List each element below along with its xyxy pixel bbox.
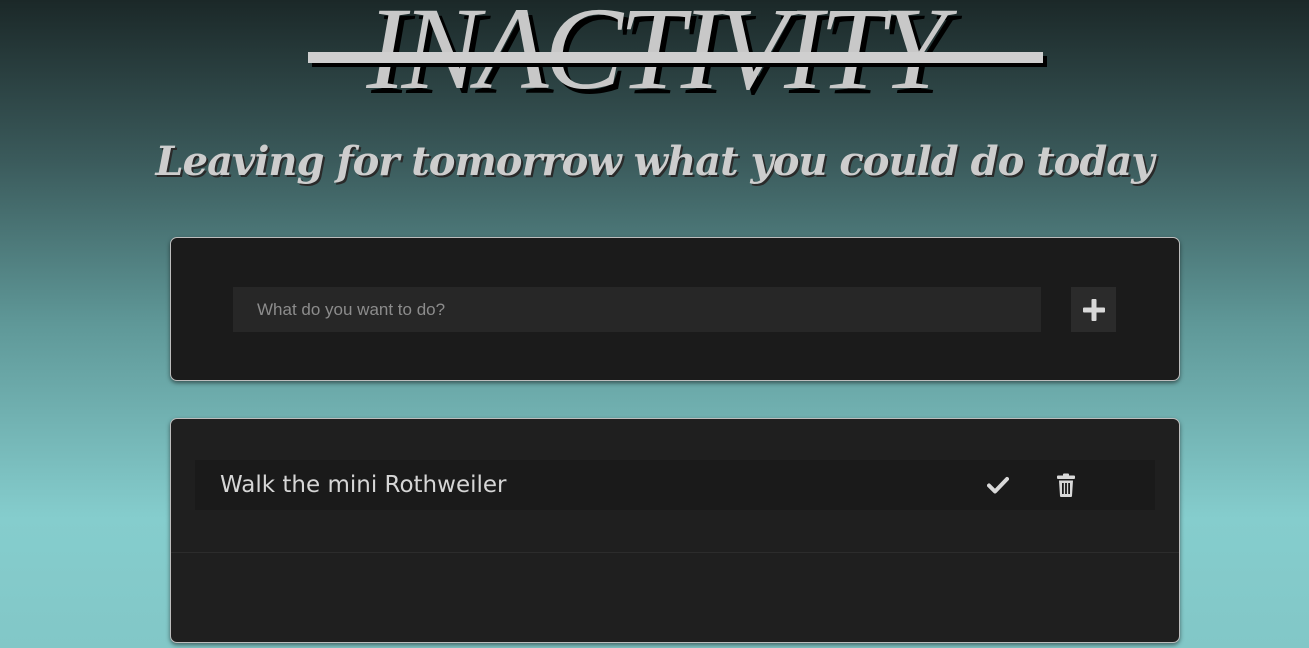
plus-icon	[1082, 298, 1105, 321]
delete-task-button[interactable]	[1052, 471, 1080, 499]
new-task-input[interactable]	[233, 287, 1041, 332]
check-icon	[987, 477, 1009, 494]
trash-icon	[1057, 473, 1075, 497]
app-subtitle: Leaving for tomorrow what you could do t…	[155, 138, 1155, 185]
add-task-button[interactable]	[1071, 287, 1116, 332]
new-task-card	[170, 237, 1180, 381]
todo-item: Walk the mini Rothweiler	[195, 460, 1155, 510]
list-divider	[171, 552, 1179, 553]
complete-task-button[interactable]	[984, 471, 1012, 499]
todo-item-text: Walk the mini Rothweiler	[220, 472, 507, 498]
title-strikethrough	[308, 52, 1043, 63]
todo-list-card: Walk the mini Rothweiler	[170, 418, 1180, 643]
